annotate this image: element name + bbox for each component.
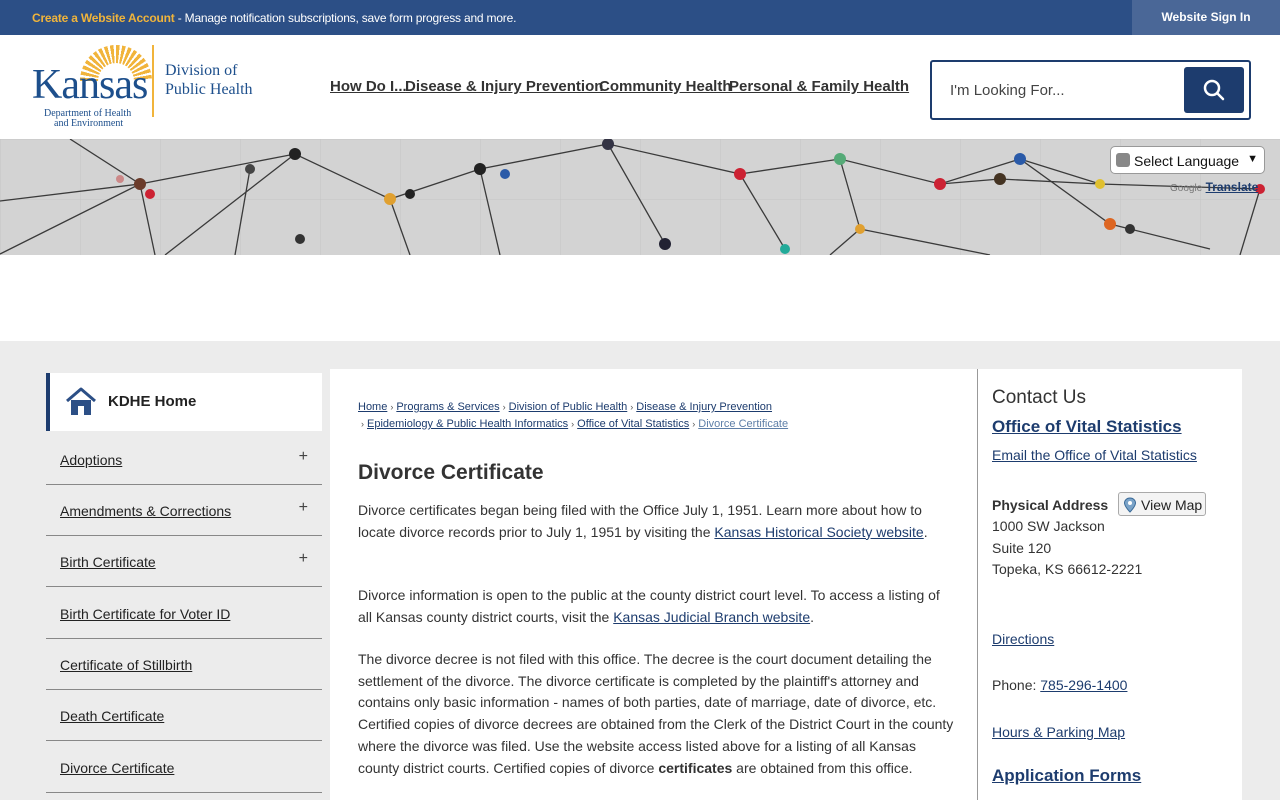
google-translate-icon	[1116, 153, 1130, 167]
sidebar-item-label: Birth Certificate	[60, 554, 156, 570]
breadcrumb-separator: ›	[692, 419, 696, 429]
view-map-button[interactable]: View Map	[1118, 492, 1206, 516]
address-line-1: 1000 SW Jackson	[992, 518, 1105, 534]
website-sign-in-button[interactable]: Website Sign In	[1132, 0, 1280, 35]
promo-text: - Manage notification subscriptions, sav…	[174, 11, 517, 25]
address-line-2: Suite 120	[992, 540, 1052, 556]
nav-personal-family-health[interactable]: Personal & Family Health	[729, 78, 909, 95]
breadcrumb-epidemiology[interactable]: Epidemiology & Public Health Informatics	[367, 418, 568, 430]
breadcrumb-separator: ›	[390, 402, 394, 412]
directions-link[interactable]: Directions	[992, 631, 1054, 647]
site-header: Kansas Department of Health and Environm…	[0, 35, 1280, 139]
email-office-link[interactable]: Email the Office of Vital Statistics	[992, 447, 1197, 463]
paragraph-3-text: The divorce decree is not filed with thi…	[358, 651, 954, 776]
top-bar: Create a Website Account - Manage notifi…	[0, 0, 1280, 35]
sidebar-item-amendments-corrections[interactable]: Amendments & Corrections +	[46, 485, 322, 536]
breadcrumb-current: Divorce Certificate	[698, 418, 789, 430]
google-label: Google	[1170, 183, 1203, 194]
sidebar-home-link[interactable]: KDHE Home	[46, 373, 322, 431]
chevron-down-icon: ▼	[1247, 153, 1258, 165]
paragraph-3: The divorce decree is not filed with thi…	[358, 649, 954, 779]
breadcrumb-division-public-health[interactable]: Division of Public Health	[509, 401, 628, 413]
paragraph-3-end: are obtained from this office.	[732, 759, 913, 776]
breadcrumb-separator: ›	[571, 419, 575, 429]
sidebar-item-label: Birth Certificate for Voter ID	[60, 606, 231, 622]
sidebar-item-certificate-of-stillbirth[interactable]: Certificate of Stillbirth	[46, 639, 322, 690]
phone-row: Phone: 785-296-1400	[992, 675, 1127, 697]
account-promo: Create a Website Account - Manage notifi…	[32, 11, 516, 25]
expand-icon[interactable]: +	[299, 550, 308, 568]
breadcrumb: Home › Programs & Services › Division of Pub…	[358, 399, 958, 433]
translate-link[interactable]: Translate	[1206, 180, 1259, 194]
hours-parking-map-link[interactable]: Hours & Parking Map	[992, 724, 1125, 740]
paragraph-1: Divorce certificates began being filed w…	[358, 500, 954, 543]
search-icon	[1203, 79, 1225, 101]
people-network-image	[0, 139, 1280, 255]
logo-division-line-2: Public Health	[165, 81, 253, 98]
logo-divider	[152, 45, 154, 117]
spacer-strip	[0, 255, 1280, 341]
logo-subtitle-2: and Environment	[54, 118, 124, 129]
expand-icon[interactable]: +	[299, 499, 308, 517]
paragraph-3-bold: certificates	[658, 759, 733, 776]
sidebar-home-label: KDHE Home	[108, 393, 197, 410]
search-input[interactable]	[950, 78, 1180, 102]
home-icon	[66, 387, 96, 415]
phone-link[interactable]: 785-296-1400	[1040, 677, 1127, 693]
breadcrumb-separator: ›	[361, 419, 364, 429]
breadcrumb-vital-statistics[interactable]: Office of Vital Statistics	[577, 418, 689, 430]
kansas-historical-society-link[interactable]: Kansas Historical Society website	[714, 524, 923, 540]
contact-heading: Contact Us	[992, 387, 1086, 408]
breadcrumb-separator: ›	[630, 402, 634, 412]
sidebar-item-divorce-certificate[interactable]: Divorce Certificate	[46, 742, 322, 793]
sidebar-item-adoptions[interactable]: Adoptions +	[46, 434, 322, 485]
paragraph-2: Divorce information is open to the publi…	[358, 585, 954, 628]
sidebar-item-label: Adoptions	[60, 452, 123, 468]
nav-disease-injury-prevention[interactable]: Disease & Injury Prevention	[405, 78, 603, 95]
site-search	[930, 60, 1251, 120]
page-title: Divorce Certificate	[358, 461, 544, 484]
view-map-label: View Map	[1141, 497, 1203, 513]
address-line-3: Topeka, KS 66612-2221	[992, 561, 1143, 577]
contact-sidebar: Contact Us Office of Vital Statistics Em…	[978, 369, 1242, 800]
paragraph-1-end: .	[923, 523, 928, 540]
logo-division-line-1: Division of	[165, 62, 238, 79]
phone-label: Phone:	[992, 677, 1041, 693]
language-select[interactable]: Select Language ▼	[1110, 146, 1265, 174]
hero-banner	[0, 139, 1280, 255]
nav-how-do-i[interactable]: How Do I...	[330, 78, 407, 95]
kdhe-logo[interactable]: Kansas Department of Health and Environm…	[32, 45, 262, 129]
nav-community-health[interactable]: Community Health	[599, 78, 732, 95]
map-pin-icon	[1123, 497, 1137, 513]
breadcrumb-separator: ›	[502, 402, 506, 412]
sidebar-item-death-certificate[interactable]: Death Certificate	[46, 690, 322, 741]
powered-by-google: Google Translate	[1170, 180, 1258, 194]
language-select-label: Select Language	[1134, 153, 1240, 169]
search-button[interactable]	[1184, 67, 1244, 113]
main-content: Home › Programs & Services › Division of Pub…	[330, 369, 978, 800]
physical-address-label: Physical Address	[992, 497, 1109, 513]
breadcrumb-disease-injury-prevention[interactable]: Disease & Injury Prevention	[636, 401, 772, 413]
application-forms-link[interactable]: Application Forms	[992, 766, 1141, 786]
kansas-judicial-branch-link[interactable]: Kansas Judicial Branch website	[613, 609, 810, 625]
sidebar-item-birth-certificate[interactable]: Birth Certificate +	[46, 536, 322, 587]
create-account-link[interactable]: Create a Website Account	[32, 11, 175, 25]
breadcrumb-home[interactable]: Home	[358, 401, 387, 413]
office-vital-statistics-link[interactable]: Office of Vital Statistics	[992, 417, 1182, 437]
expand-icon[interactable]: +	[299, 448, 308, 466]
sidebar-item-birth-certificate-voter-id[interactable]: Birth Certificate for Voter ID	[46, 588, 322, 639]
sidebar-item-label: Divorce Certificate	[60, 760, 175, 776]
sidebar-item-label: Amendments & Corrections	[60, 503, 232, 519]
paragraph-2-end: .	[810, 608, 814, 625]
sidebar-item-label: Death Certificate	[60, 708, 165, 724]
breadcrumb-programs-services[interactable]: Programs & Services	[396, 401, 499, 413]
logo-brand-text: Kansas	[32, 62, 148, 108]
sidebar-item-label: Certificate of Stillbirth	[60, 657, 193, 673]
